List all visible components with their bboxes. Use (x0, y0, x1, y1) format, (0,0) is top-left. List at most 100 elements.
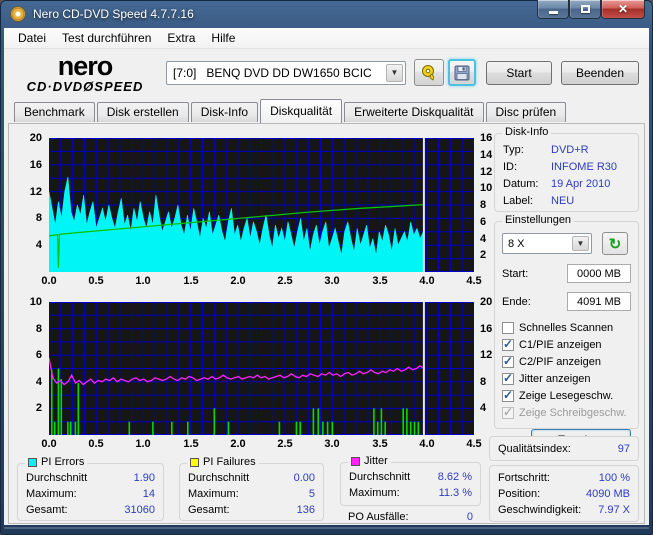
pi-errors-stats-title: PI Errors (25, 456, 88, 468)
speed-select[interactable]: 8 X ▼ (502, 233, 592, 254)
position-label: Position: (498, 488, 541, 500)
po-failures-row: PO Ausfälle: 0 (340, 509, 481, 525)
maximize-icon (580, 5, 590, 13)
tab-erweiterte-diskqualitaet[interactable]: Erweiterte Diskqualität (344, 102, 484, 122)
checkbox-box (502, 321, 514, 334)
checkbox-box (502, 405, 514, 419)
jitter-avg-label: Durchschnitt (349, 471, 411, 483)
tab-disc-pruefen[interactable]: Disc prüfen (485, 102, 567, 122)
checkbox-box (502, 371, 514, 385)
quality-index-label: Qualitätsindex: (498, 442, 571, 455)
checkbox-label: C2/PIF anzeigen (519, 355, 601, 368)
save-icon (454, 65, 470, 80)
window-bottom-frame (4, 527, 649, 529)
checkbox-label: Zeige Schreibgeschw. (519, 406, 627, 419)
nero-logo: nero CD·DVDØSPEED (10, 52, 160, 94)
pi-errors-stats-box: PI Errors Durchschnitt 1.90 Maximum: 14 Ge… (17, 456, 164, 521)
checkbox-zeige-schreibgeschw[interactable]: Zeige Schreibgeschw. (502, 404, 631, 421)
menu-extra[interactable]: Extra (159, 29, 203, 47)
refresh-button[interactable]: ↻ (602, 232, 628, 255)
tab-benchmark[interactable]: Benchmark (14, 102, 95, 122)
jitter-avg-value: 8.62 % (437, 471, 472, 483)
tab-disk-erstellen[interactable]: Disk erstellen (96, 102, 189, 122)
disc-quality-tab-page: 20 16 12 8 4 16 14 12 10 8 6 4 2 0.0 0.5 1.0 1.5 2.0 2.5… (8, 123, 645, 524)
client-area: Datei Test durchführen Extra Hilfe nero … (4, 28, 649, 525)
close-icon: ✕ (617, 2, 629, 16)
menu-bar: Datei Test durchführen Extra Hilfe (4, 28, 649, 49)
jitter-max-value: 11.3 % (438, 487, 472, 499)
disk-info-title: Disk-Info (502, 126, 552, 138)
po-failures-value: 0 (466, 511, 473, 523)
pi-errors-title-text: PI Errors (41, 456, 85, 468)
eject-button[interactable] (414, 59, 444, 86)
tab-disk-info[interactable]: Disk-Info (190, 102, 259, 122)
bottom-chart-left-axis: 10 8 6 4 2 (29, 296, 42, 414)
checkbox-c2-pif-anzeigen[interactable]: C2/PIF anzeigen (502, 353, 631, 370)
pie-avg-value: 1.90 (133, 472, 155, 484)
checkbox-box (502, 354, 514, 368)
pi-failures-title-text: PI Failures (203, 456, 256, 468)
start-button[interactable]: Start (486, 60, 552, 85)
pi-failures-jitter-chart-canvas (48, 302, 474, 435)
end-position-label: Ende: (502, 295, 531, 308)
disk-date-label: Datum: (503, 178, 539, 190)
pi-failures-jitter-chart (48, 302, 474, 435)
menu-datei[interactable]: Datei (10, 29, 54, 47)
menu-test-durchfuehren[interactable]: Test durchführen (54, 29, 159, 47)
menu-hilfe[interactable]: Hilfe (203, 29, 243, 47)
checkbox-c1-pie-anzeigen[interactable]: C1/PIE anzeigen (502, 336, 631, 353)
progress-value: 100 % (598, 472, 630, 484)
top-chart-left-axis: 20 16 12 8 4 (29, 132, 42, 251)
pif-avg-label: Durchschnitt (188, 472, 250, 484)
pi-errors-chart-canvas (48, 138, 474, 273)
jitter-title-text: Jitter (364, 455, 388, 467)
cddvd-speed-logo-text: CD·DVDØSPEED (26, 78, 144, 94)
close-button[interactable]: ✕ (601, 0, 645, 19)
pie-total-value: 31060 (124, 504, 155, 516)
jitter-max-label: Maximum: (349, 487, 400, 499)
toolbar: nero CD·DVDØSPEED [7:0] BENQ DVD DD DW16… (4, 49, 649, 96)
app-icon (10, 6, 26, 22)
pif-total-value: 136 (296, 504, 315, 516)
maximize-button[interactable] (569, 0, 601, 19)
quit-button[interactable]: Beenden (561, 60, 639, 85)
disk-type-value: DVD+R (551, 144, 589, 156)
save-button[interactable] (448, 59, 476, 86)
checkbox-jitter-anzeigen[interactable]: Jitter anzeigen (502, 370, 631, 387)
pif-avg-value: 0.00 (293, 472, 315, 484)
minimize-button[interactable] (537, 0, 569, 19)
eject-icon (422, 64, 435, 81)
jitter-stats-title: Jitter (348, 455, 391, 467)
refresh-icon: ↻ (608, 235, 622, 253)
pi-failures-color-swatch (190, 457, 199, 467)
checkbox-schnelles-scannen[interactable]: Schnelles Scannen (502, 319, 631, 336)
title-bar: Nero CD-DVD Speed 4.7.7.16 ✕ (0, 0, 653, 28)
drive-select[interactable]: [7:0] BENQ DVD DD DW1650 BCIC ▼ (166, 60, 406, 85)
jitter-stats-box: Jitter Durchschnitt 8.62 % Maximum: 11.3 % (340, 455, 481, 506)
checkbox-box (502, 337, 514, 351)
tab-diskqualitaet[interactable]: Diskqualität (260, 99, 343, 123)
checkbox-zeige-lesegeschw[interactable]: Zeige Lesegeschw. (502, 387, 631, 404)
progress-box: Fortschritt: 100 % Position: 4090 MB Gesch… (489, 465, 639, 522)
end-position-input[interactable]: 4091 MB (567, 292, 631, 311)
checkbox-label: Schnelles Scannen (519, 321, 614, 334)
pif-total-label: Gesamt: (188, 504, 230, 516)
pi-failures-stats-title: PI Failures (187, 456, 259, 468)
checkbox-box (502, 388, 514, 402)
quality-index-box: Qualitätsindex: 97 (489, 436, 639, 461)
disk-info-box: Disk-Info Typ: DVD+R ID: INFOME R30 Datum:… (494, 126, 639, 212)
checkbox-label: Jitter anzeigen (519, 372, 591, 385)
disk-date-value: 19 Apr 2010 (551, 178, 611, 190)
tab-bar: Benchmark Disk erstellen Disk-Info Diskq… (4, 96, 649, 123)
pi-failures-stats-box: PI Failures Durchschnitt 0.00 Maximum: 5 G… (179, 456, 324, 521)
chevron-down-icon[interactable]: ▼ (386, 63, 403, 82)
pif-max-value: 5 (308, 488, 315, 500)
speed-value: 7.97 X (598, 504, 630, 516)
position-value: 4090 MB (585, 488, 630, 500)
start-position-input[interactable]: 0000 MB (567, 264, 631, 283)
disk-label-label: Label: (503, 195, 533, 207)
pif-max-label: Maximum: (188, 488, 239, 500)
jitter-color-swatch (351, 456, 360, 466)
chevron-down-icon[interactable]: ▼ (572, 236, 589, 251)
disk-type-label: Typ: (503, 144, 524, 156)
